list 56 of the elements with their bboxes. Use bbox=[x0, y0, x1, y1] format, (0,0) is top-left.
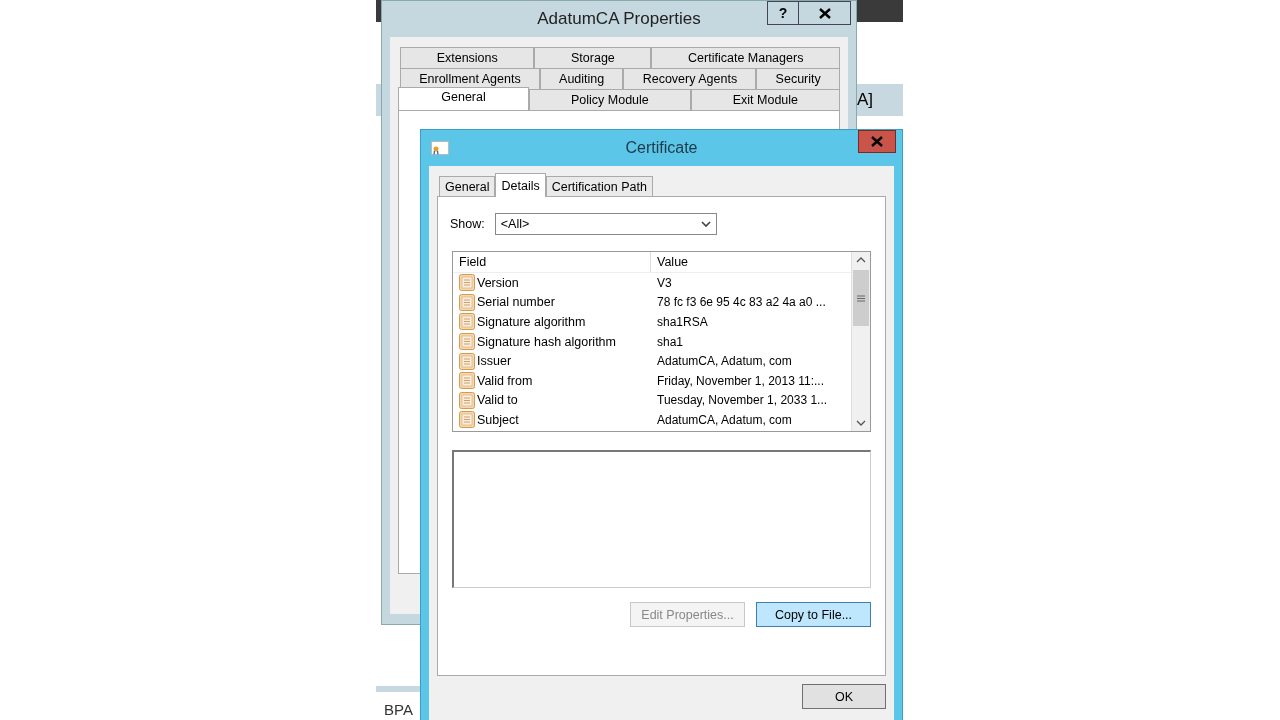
field-name-cell[interactable]: Version bbox=[453, 273, 651, 293]
field-name-cell[interactable]: Issuer bbox=[453, 351, 651, 371]
tab[interactable]: Security bbox=[756, 68, 840, 89]
field-value-cell-text: sha1 bbox=[656, 333, 685, 351]
column-header[interactable]: Field bbox=[453, 252, 651, 272]
field-value-cell-text: AdatumCA, Adatum, com bbox=[656, 353, 793, 371]
document-icon bbox=[459, 372, 475, 390]
document-icon bbox=[459, 391, 475, 409]
tab[interactable]: Certification Path bbox=[545, 176, 653, 196]
tab[interactable]: Exit Module bbox=[690, 89, 840, 110]
close-button[interactable] bbox=[799, 1, 851, 25]
document-icon bbox=[459, 293, 475, 311]
header-text: A] bbox=[856, 90, 873, 110]
field-value-cell-text: Tuesday, November 1, 2033 1... bbox=[656, 392, 829, 410]
document-icon bbox=[459, 411, 475, 429]
tab[interactable]: Storage bbox=[534, 47, 652, 68]
field-name-cell[interactable]: Valid from bbox=[453, 370, 651, 391]
status-text: BPA bbox=[384, 700, 413, 718]
chevron-down-icon bbox=[700, 220, 711, 228]
scroll-thumb[interactable] bbox=[853, 270, 869, 326]
document-icon bbox=[459, 333, 475, 351]
grip-icon bbox=[857, 294, 865, 302]
window-title: Certificate bbox=[625, 139, 698, 157]
field-value-cell-text: AdatumCA, Adatum, com bbox=[656, 411, 793, 429]
field-value-cell-text: 78 fc f3 6e 95 4c 83 a2 4a a0 ... bbox=[656, 294, 827, 312]
tab[interactable]: Enrollment Agents bbox=[400, 68, 540, 89]
field-name-cell[interactable]: Subject bbox=[453, 410, 651, 430]
field-value-cell-text: Friday, November 1, 2013 11:... bbox=[656, 372, 825, 390]
window-title: AdatumCA Properties bbox=[537, 9, 701, 29]
tab[interactable]: Auditing bbox=[539, 68, 624, 89]
document-icon bbox=[459, 274, 475, 292]
column-header[interactable]: Value bbox=[651, 252, 851, 272]
help-button[interactable]: ? bbox=[767, 1, 799, 25]
close-icon bbox=[818, 7, 831, 19]
copy-to-file-button[interactable]: Copy to File... bbox=[756, 602, 871, 627]
field-value-cell-text: sha1RSA bbox=[656, 314, 709, 331]
field-name-cell[interactable]: Valid to bbox=[453, 390, 651, 411]
show-dropdown[interactable]: <All> bbox=[494, 213, 717, 235]
field-value-cell-text: V3 bbox=[656, 274, 673, 292]
show-label: Show: bbox=[450, 217, 485, 231]
field-name-cell[interactable]: Signature algorithm bbox=[453, 312, 651, 332]
document-icon bbox=[459, 313, 475, 331]
document-icon bbox=[459, 352, 475, 370]
certificate-icon bbox=[431, 141, 449, 155]
tab[interactable]: Recovery Agents bbox=[623, 68, 757, 89]
scrollbar[interactable] bbox=[851, 252, 870, 431]
tab[interactable]: Policy Module bbox=[529, 89, 691, 110]
field-name-cell[interactable]: Signature hash algorithm bbox=[453, 331, 651, 352]
ok-button[interactable]: OK bbox=[802, 684, 886, 709]
tab[interactable]: Extensions bbox=[400, 47, 535, 68]
tab[interactable]: General bbox=[398, 87, 529, 110]
field-name-cell[interactable]: Serial number bbox=[453, 292, 651, 313]
tab[interactable]: Details bbox=[495, 173, 546, 197]
tab[interactable]: General bbox=[439, 176, 496, 196]
tab[interactable]: Certificate Managers bbox=[651, 47, 840, 68]
close-icon bbox=[871, 136, 883, 147]
